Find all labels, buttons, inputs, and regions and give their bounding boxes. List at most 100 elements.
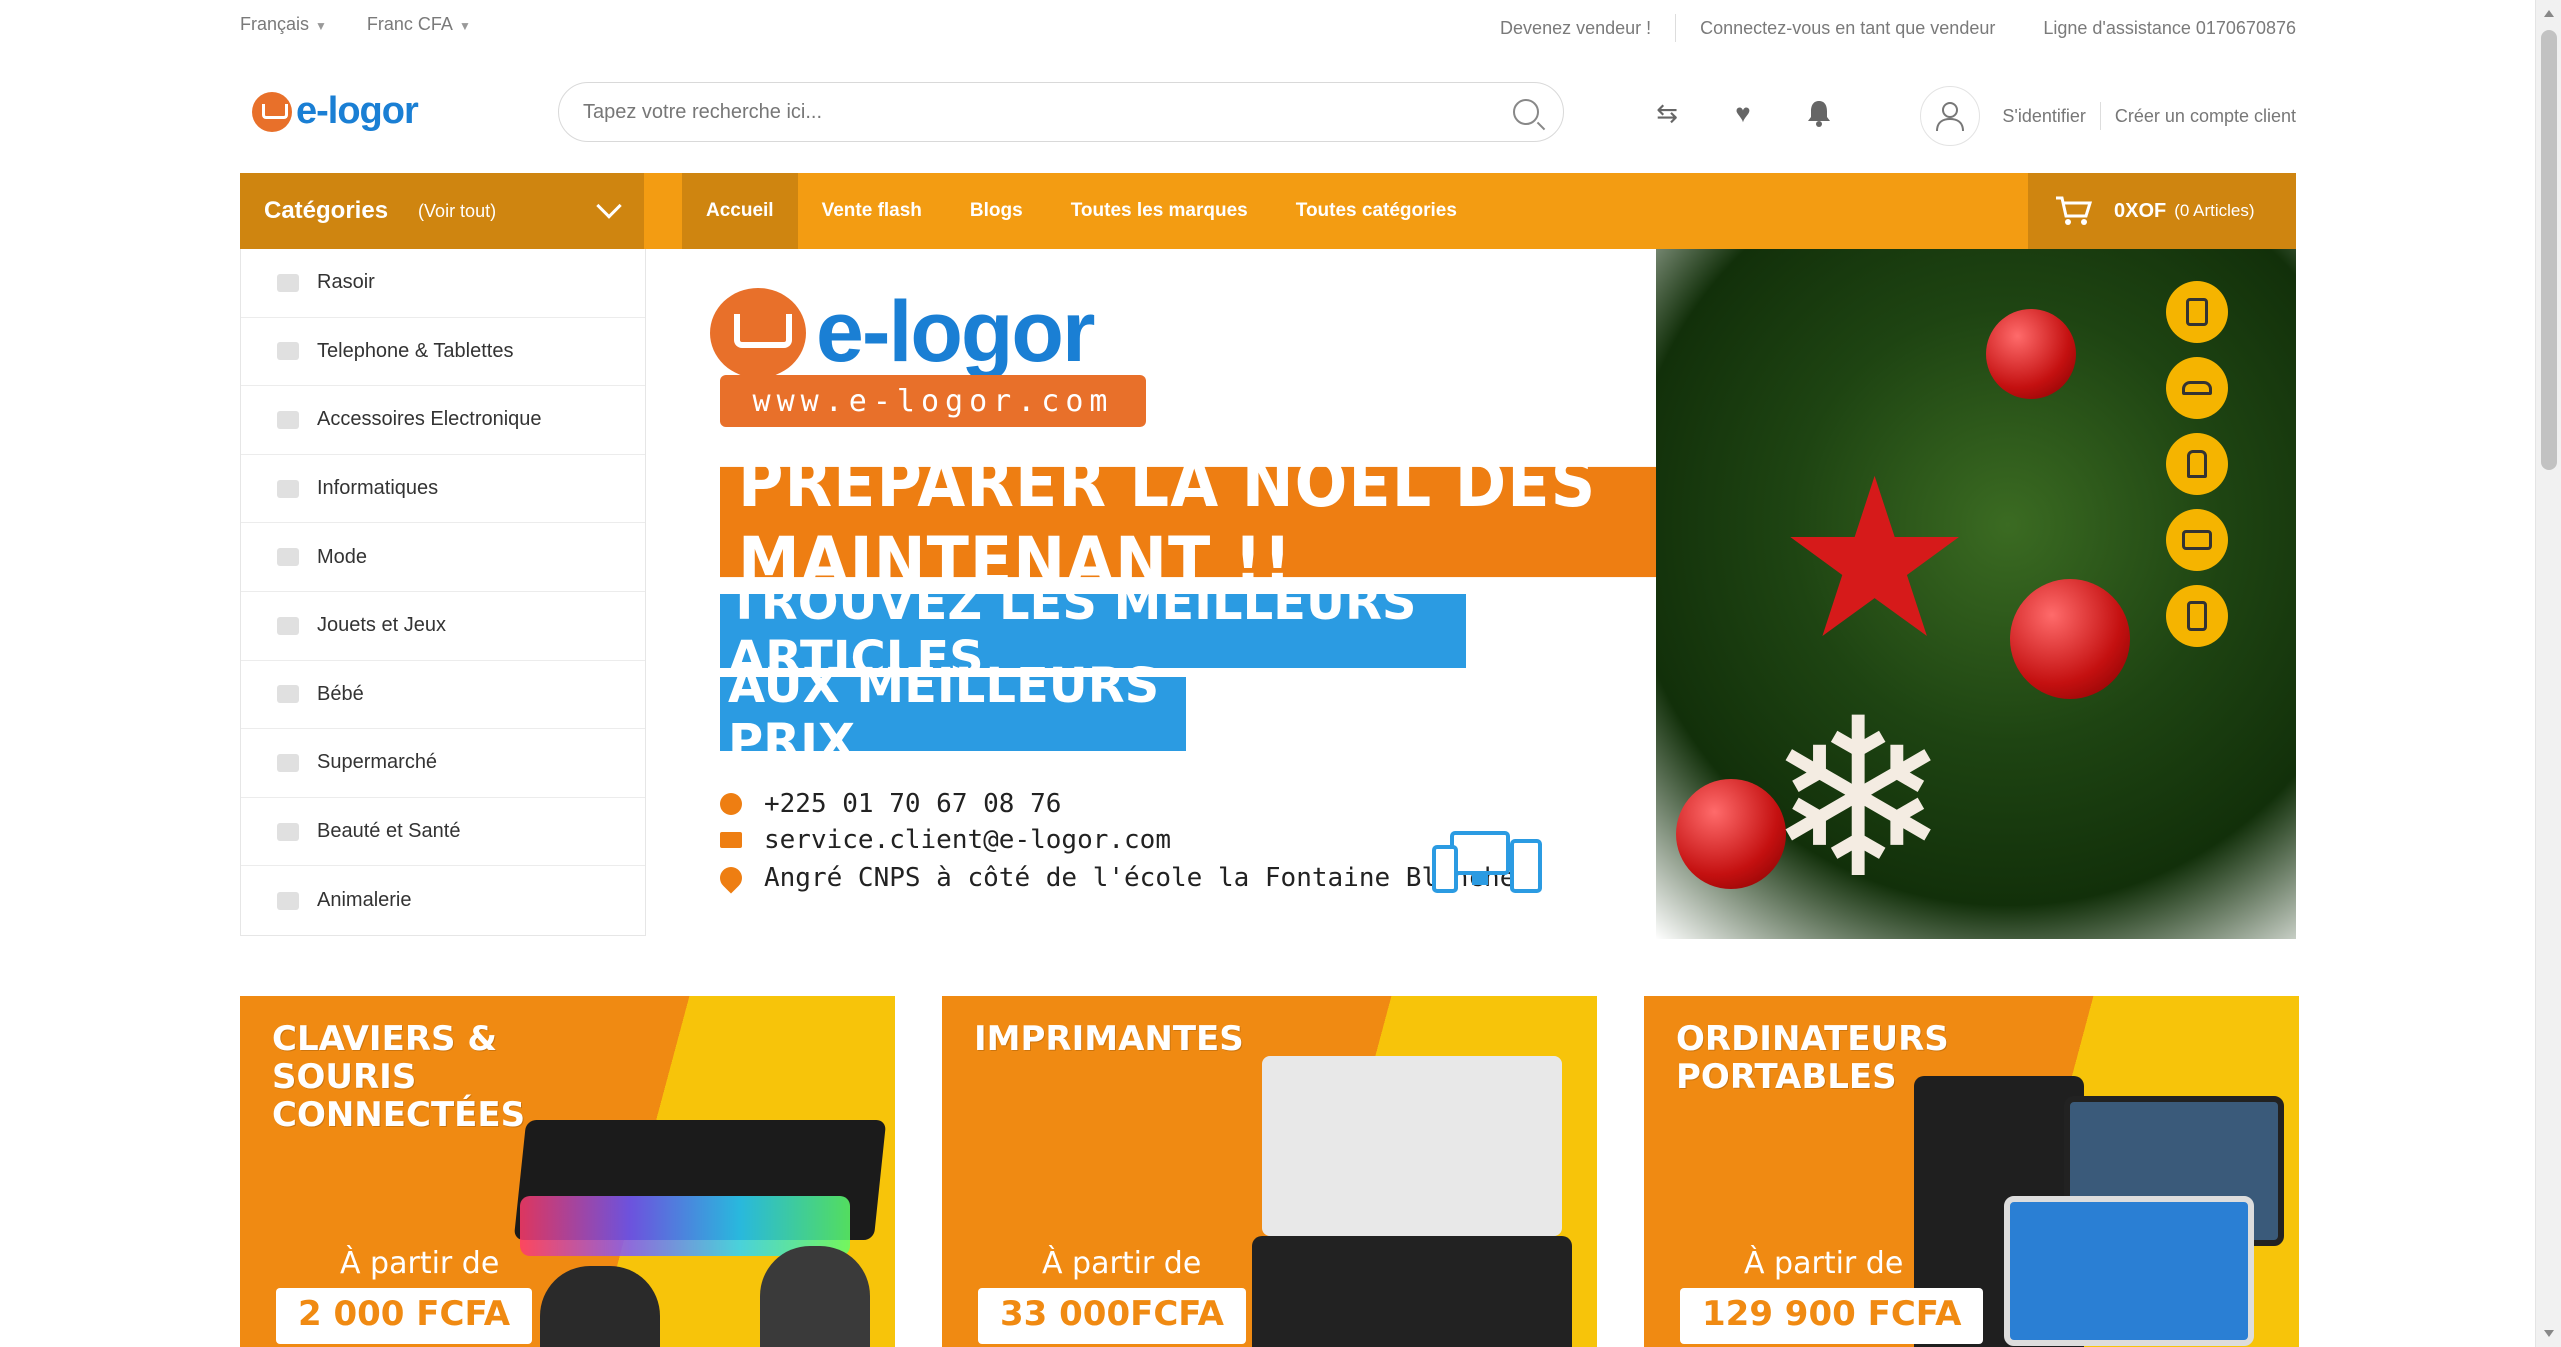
tv-category-icon[interactable] [2166, 509, 2228, 571]
ornament-ball [2010, 579, 2130, 699]
language-selector[interactable]: Français ▼ [240, 14, 327, 35]
mouse-image [540, 1266, 660, 1347]
seller-login-link[interactable]: Connectez-vous en tant que vendeur [1700, 18, 1995, 39]
nav-item-home[interactable]: Accueil [682, 173, 798, 249]
scroll-up-icon[interactable] [2544, 10, 2554, 17]
category-item[interactable]: Telephone & Tablettes [241, 318, 645, 387]
currency-selector[interactable]: Franc CFA ▼ [367, 14, 471, 35]
phone-icon [277, 342, 299, 361]
star-ornament-icon: ★ [1776, 436, 1974, 682]
category-list: Rasoir Telephone & Tablettes Accessoires… [240, 249, 646, 936]
mouse-image [760, 1246, 870, 1347]
banner-subline-2: AUX MEILLEURS PRIX [720, 658, 1186, 770]
banner-headline: PREPARER LA NOËL DÈS MAINTENANT !! [720, 443, 1732, 601]
nav-item-all-categories[interactable]: Toutes catégories [1272, 173, 1481, 249]
pet-icon [277, 891, 299, 910]
promo-card-keyboards[interactable]: CLAVIERS & SOURIS CONNECTÉES À partir de… [240, 996, 895, 1347]
category-item[interactable]: Animalerie [241, 866, 645, 935]
category-item[interactable]: Supermarché [241, 729, 645, 798]
top-bar: Français ▼ Franc CFA ▼ Devenez vendeur ! C… [240, 0, 2296, 56]
category-item[interactable]: Mode [241, 523, 645, 592]
chevron-down-icon: ▼ [315, 19, 327, 33]
logo-cart-icon [252, 91, 292, 132]
promo-price: 2 000 FCFA [276, 1288, 533, 1344]
see-all-link[interactable]: (Voir tout) [418, 201, 496, 222]
ornament-ball [1986, 309, 2076, 399]
shoe-category-icon[interactable] [2166, 357, 2228, 419]
promo-title: IMPRIMANTES [974, 1019, 1244, 1059]
search-input[interactable] [583, 100, 1513, 124]
cart-count: (0 Articles) [2174, 201, 2255, 220]
cart-button[interactable]: 0XOF (0 Articles) [2028, 173, 2296, 249]
bell-icon[interactable] [1804, 98, 1834, 128]
create-account-link[interactable]: Créer un compte client [2115, 106, 2296, 127]
chevron-down-icon [596, 193, 622, 219]
fashion-icon [277, 548, 299, 567]
account-area: S'identifier Créer un compte client [1920, 86, 2296, 146]
category-item[interactable]: Bébé [241, 661, 645, 730]
helpline-text: Ligne d'assistance 0170670876 [2043, 17, 2296, 38]
category-item[interactable]: Jouets et Jeux [241, 592, 645, 661]
cart-icon [2056, 196, 2092, 225]
nav-item-flash-sale[interactable]: Vente flash [798, 173, 946, 249]
quick-category-icons [2166, 281, 2228, 647]
hero-banner[interactable]: e-logor www.e-logor.com PREPARER LA NOËL… [646, 249, 2296, 939]
promo-cards: CLAVIERS & SOURIS CONNECTÉES À partir de… [240, 996, 2300, 1347]
printer-image [1252, 1236, 1572, 1347]
category-item[interactable]: Rasoir [241, 249, 645, 318]
locale-selectors: Français ▼ Franc CFA ▼ [240, 14, 471, 35]
user-icon[interactable] [1920, 86, 1981, 146]
divider [1675, 14, 1677, 42]
cart-amount: 0XOF [2114, 199, 2167, 222]
page-scrollbar[interactable] [2535, 0, 2561, 1347]
search-bar [558, 82, 1564, 142]
printer-image [1262, 1056, 1562, 1236]
header-icons: ⇆ ♥ [1652, 98, 1834, 128]
baby-icon [277, 685, 299, 704]
become-seller-link[interactable]: Devenez vendeur ! [1500, 18, 1651, 39]
nav-item-blogs[interactable]: Blogs [946, 173, 1047, 249]
promo-price: 129 900 FCFA [1680, 1288, 1984, 1344]
logo-cart-icon [710, 287, 806, 378]
scrollbar-thumb[interactable] [2541, 30, 2557, 470]
toys-icon [277, 616, 299, 635]
promo-from: À partir de [1042, 1246, 1202, 1281]
nav-item-all-brands[interactable]: Toutes les marques [1047, 173, 1272, 249]
heart-icon[interactable]: ♥ [1728, 98, 1758, 128]
sign-in-link[interactable]: S'identifier [2002, 106, 2085, 127]
promo-card-laptops[interactable]: ORDINATEURS PORTABLES À partir de 129 90… [1644, 996, 2299, 1347]
promo-from: À partir de [340, 1246, 500, 1281]
promo-title: ORDINATEURS PORTABLES [1676, 1019, 1949, 1097]
promo-title: CLAVIERS & SOURIS CONNECTÉES [272, 1019, 526, 1135]
computer-icon [277, 479, 299, 498]
category-item[interactable]: Beauté et Santé [241, 798, 645, 867]
banner-url: www.e-logor.com [720, 375, 1146, 427]
location-pin-icon [715, 862, 747, 894]
snowflake-ornament-icon: ❄ [1766, 676, 1951, 922]
nav-menu: Accueil Vente flash Blogs Toutes les mar… [682, 173, 1481, 249]
promo-price: 33 000FCFA [978, 1288, 1246, 1344]
compare-icon[interactable]: ⇆ [1652, 98, 1682, 128]
category-item[interactable]: Informatiques [241, 455, 645, 524]
dress-category-icon[interactable] [2166, 433, 2228, 495]
electronics-icon [277, 410, 299, 429]
mail-icon [720, 832, 742, 848]
category-item[interactable]: Accessoires Electronique [241, 386, 645, 455]
banner-email: service.client@e-logor.com [720, 825, 1171, 855]
banner-phone: +225 01 70 67 08 76 [720, 789, 1061, 819]
site-logo[interactable]: e-logor [252, 90, 419, 133]
banner-address: Angré CNPS à côté de l'école la Fontaine… [715, 862, 1515, 894]
main-navbar: Catégories (Voir tout) Accueil Vente fla… [240, 173, 2296, 249]
scroll-down-icon[interactable] [2544, 1330, 2554, 1337]
categories-toggle[interactable]: Catégories (Voir tout) [240, 173, 644, 249]
promo-from: À partir de [1744, 1246, 1904, 1281]
search-icon[interactable] [1513, 99, 1539, 125]
top-links: Devenez vendeur ! Connectez-vous en tant… [1500, 14, 2296, 42]
fridge-category-icon[interactable] [2166, 585, 2228, 647]
devices-icon [1432, 831, 1542, 893]
phone-category-icon[interactable] [2166, 281, 2228, 343]
razor-icon [277, 273, 299, 292]
banner-logo: e-logor [710, 283, 1095, 382]
promo-card-printers[interactable]: IMPRIMANTES À partir de 33 000FCFA [942, 996, 1597, 1347]
supermarket-icon [277, 753, 299, 772]
